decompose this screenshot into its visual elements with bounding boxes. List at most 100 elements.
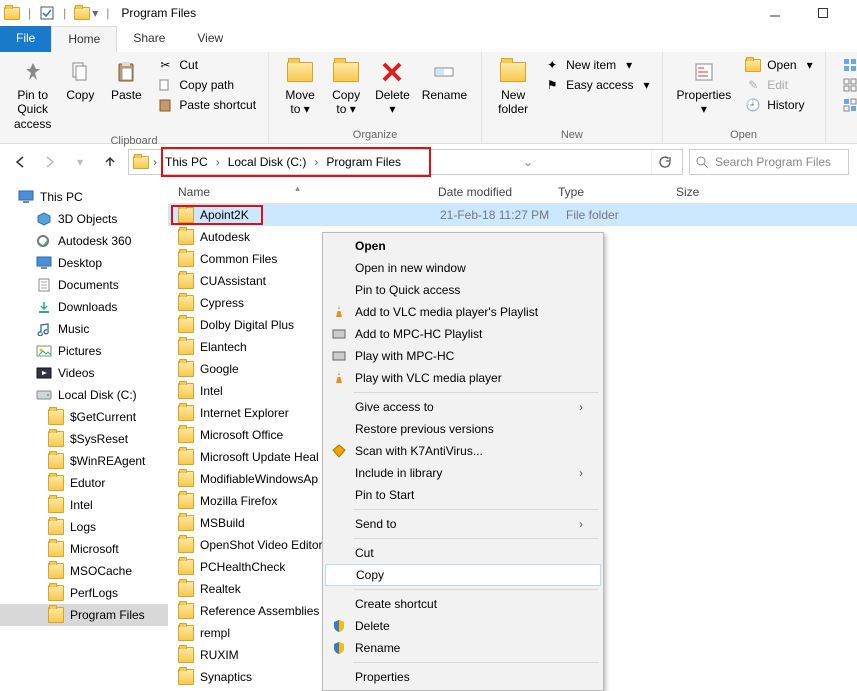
delete-x-icon [378, 58, 406, 86]
delete-button[interactable]: Delete▾ [369, 56, 416, 119]
menu-open[interactable]: Open [325, 235, 601, 257]
breadcrumb[interactable]: This PC [161, 153, 212, 171]
folder-icon [74, 5, 90, 21]
paste-button[interactable]: Paste [103, 56, 149, 104]
tab-view[interactable]: View [181, 26, 239, 52]
nav-item[interactable]: Pictures [0, 340, 168, 362]
address-bar[interactable]: › This PC › Local Disk (C:) › Program Fi… [128, 149, 683, 175]
breadcrumb[interactable]: Program Files [322, 153, 405, 171]
nav-item[interactable]: Desktop [0, 252, 168, 274]
menu-pin-start[interactable]: Pin to Start [325, 484, 601, 506]
menu-restore-versions[interactable]: Restore previous versions [325, 418, 601, 440]
nav-item[interactable]: PerfLogs [0, 582, 168, 604]
copy-to-icon [332, 58, 360, 86]
nav-item[interactable]: Music [0, 318, 168, 340]
window-title: Program Files [121, 6, 196, 20]
nav-item[interactable]: Intel [0, 494, 168, 516]
folder-icon [178, 471, 194, 487]
open-button[interactable]: Open▾ [741, 56, 816, 74]
col-date[interactable]: Date modified [428, 185, 548, 199]
easy-access-button[interactable]: ⚑Easy access▾ [540, 76, 653, 94]
nav-icon [36, 211, 52, 227]
nav-item[interactable]: Logs [0, 516, 168, 538]
paste-shortcut-button[interactable]: Paste shortcut [153, 96, 260, 114]
edit-button[interactable]: ✎Edit [741, 76, 816, 94]
copy-button[interactable]: Copy [57, 56, 103, 104]
menu-play-vlc[interactable]: Play with VLC media player [325, 367, 601, 389]
tab-file[interactable]: File [0, 26, 51, 52]
nav-item[interactable]: MSOCache [0, 560, 168, 582]
nav-item[interactable]: Program Files [0, 604, 168, 626]
nav-item[interactable]: $WinREAgent [0, 450, 168, 472]
table-row[interactable]: Apoint2K 21-Feb-18 11:27 PM File folder [168, 204, 857, 226]
menu-include-library[interactable]: Include in library› [325, 462, 601, 484]
back-button[interactable] [8, 150, 32, 174]
properties-button[interactable]: Properties▾ [671, 56, 738, 119]
new-item-button[interactable]: ✦New item▾ [540, 56, 653, 74]
tab-home[interactable]: Home [51, 26, 117, 52]
nav-item[interactable]: Videos [0, 362, 168, 384]
checkbox-icon[interactable] [39, 5, 55, 21]
maximize-button[interactable] [817, 7, 845, 19]
menu-create-shortcut[interactable]: Create shortcut [325, 593, 601, 615]
menu-scan-k7[interactable]: Scan with K7AntiVirus... [325, 440, 601, 462]
move-to-button[interactable]: Move to ▾ [277, 56, 323, 119]
forward-button[interactable] [38, 150, 62, 174]
up-button[interactable] [98, 150, 122, 174]
select-all-button[interactable]: Select all [838, 56, 857, 74]
paste-shortcut-icon [157, 97, 173, 113]
menu-delete[interactable]: Delete [325, 615, 601, 637]
pin-quick-access-button[interactable]: Pin to Quick access [8, 56, 57, 133]
scissors-icon: ✂ [157, 57, 173, 73]
select-all-icon [842, 57, 857, 73]
nav-item[interactable]: $GetCurrent [0, 406, 168, 428]
nav-item[interactable]: Downloads [0, 296, 168, 318]
copy-path-button[interactable]: Copy path [153, 76, 260, 94]
history-dropdown[interactable]: ⌄ [523, 155, 533, 169]
menu-open-new-window[interactable]: Open in new window [325, 257, 601, 279]
nav-item[interactable]: Edutor [0, 472, 168, 494]
history-button[interactable]: 🕘History [741, 96, 816, 114]
nav-item[interactable]: 3D Objects [0, 208, 168, 230]
search-input[interactable]: Search Program Files [689, 149, 849, 175]
menu-mpc-playlist[interactable]: Add to MPC-HC Playlist [325, 323, 601, 345]
recent-dropdown[interactable]: ▾ [68, 150, 92, 174]
cut-button[interactable]: ✂Cut [153, 56, 260, 74]
menu-rename[interactable]: Rename [325, 637, 601, 659]
select-none-button[interactable]: Select none [838, 76, 857, 94]
folder-icon [178, 273, 194, 289]
rename-button[interactable]: Rename [416, 56, 473, 104]
breadcrumb[interactable]: Local Disk (C:) [224, 153, 311, 171]
invert-selection-button[interactable]: Invert selection [838, 96, 857, 114]
menu-cut[interactable]: Cut [325, 542, 601, 564]
nav-item[interactable]: Documents [0, 274, 168, 296]
menu-play-mpc[interactable]: Play with MPC-HC [325, 345, 601, 367]
folder-icon [178, 603, 194, 619]
col-size[interactable]: Size [666, 185, 746, 199]
minimize-button[interactable] [769, 7, 797, 19]
nav-item[interactable]: Microsoft [0, 538, 168, 560]
menu-give-access[interactable]: Give access to› [325, 396, 601, 418]
tab-share[interactable]: Share [117, 26, 181, 52]
nav-this-pc[interactable]: This PC [0, 186, 168, 208]
copy-to-button[interactable]: Copy to ▾ [323, 56, 369, 119]
folder-icon [178, 295, 194, 311]
nav-item[interactable]: $SysReset [0, 428, 168, 450]
mpc-icon [331, 326, 347, 342]
col-name[interactable]: ▴Name [168, 185, 428, 199]
easy-access-icon: ⚑ [544, 77, 560, 93]
menu-pin-quick-access[interactable]: Pin to Quick access [325, 279, 601, 301]
new-folder-button[interactable]: New folder [490, 56, 536, 119]
menu-properties[interactable]: Properties [325, 666, 601, 688]
qat-dropdown[interactable]: ▾ [92, 6, 98, 20]
nav-local-disk[interactable]: Local Disk (C:) [0, 384, 168, 406]
menu-send-to[interactable]: Send to› [325, 513, 601, 535]
menu-copy[interactable]: Copy [325, 564, 601, 586]
nav-item[interactable]: Autodesk 360 [0, 230, 168, 252]
col-type[interactable]: Type [548, 185, 666, 199]
folder-icon [178, 383, 194, 399]
refresh-button[interactable] [651, 150, 678, 174]
menu-vlc-playlist[interactable]: Add to VLC media player's Playlist [325, 301, 601, 323]
shield-icon [331, 640, 347, 656]
select-none-icon [842, 77, 857, 93]
